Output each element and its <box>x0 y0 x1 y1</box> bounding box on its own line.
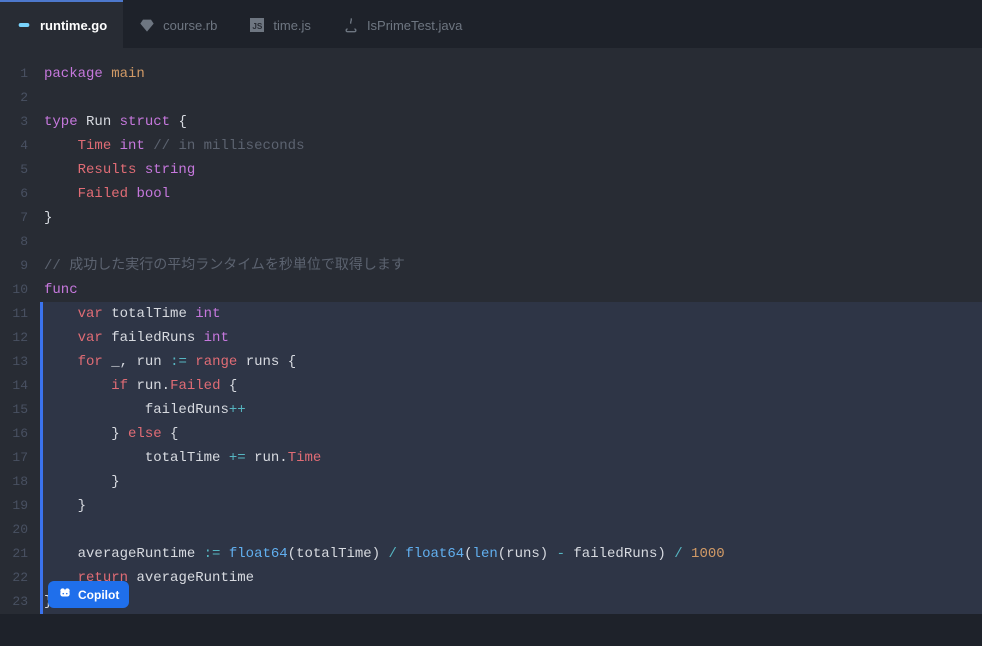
tabs-bar: runtime.go course.rb JS time.js IsPrimeT… <box>0 0 982 48</box>
code-line[interactable]: for _, run := range runs { <box>40 350 982 374</box>
tab-isprime-java[interactable]: IsPrimeTest.java <box>327 0 478 48</box>
code-line[interactable]: if run.Failed { <box>40 374 982 398</box>
line-number: 21 <box>0 542 40 566</box>
line-number: 7 <box>0 206 40 230</box>
line-number: 17 <box>0 446 40 470</box>
copilot-button[interactable]: Copilot <box>48 581 129 608</box>
line-number: 3 <box>0 110 40 134</box>
code-line[interactable]: Results string <box>40 158 982 182</box>
code-line[interactable]: } <box>40 206 982 230</box>
tab-label: IsPrimeTest.java <box>367 18 462 33</box>
copilot-icon <box>58 586 72 603</box>
tab-label: time.js <box>273 18 311 33</box>
code-editor[interactable]: 1234567891011121314151617181920212223 pa… <box>0 48 982 614</box>
line-number: 2 <box>0 86 40 110</box>
code-line[interactable]: func <box>40 278 982 302</box>
ruby-icon <box>139 17 155 33</box>
line-number: 4 <box>0 134 40 158</box>
code-line[interactable]: totalTime += run.Time <box>40 446 982 470</box>
line-number: 1 <box>0 62 40 86</box>
code-line[interactable]: type Run struct { <box>40 110 982 134</box>
code-line[interactable]: var failedRuns int <box>40 326 982 350</box>
code-line[interactable]: } <box>40 494 982 518</box>
line-number: 9 <box>0 254 40 278</box>
code-line[interactable] <box>40 518 982 542</box>
java-icon <box>343 17 359 33</box>
tab-course-rb[interactable]: course.rb <box>123 0 233 48</box>
line-number: 19 <box>0 494 40 518</box>
code-line[interactable]: } <box>40 590 982 614</box>
code-line[interactable]: Failed bool <box>40 182 982 206</box>
line-number: 6 <box>0 182 40 206</box>
line-number: 5 <box>0 158 40 182</box>
code-line[interactable] <box>40 86 982 110</box>
line-number: 15 <box>0 398 40 422</box>
line-number-gutter: 1234567891011121314151617181920212223 <box>0 48 40 614</box>
code-line[interactable]: // 成功した実行の平均ランタイムを秒単位で取得します <box>40 254 982 278</box>
go-icon <box>16 17 32 33</box>
svg-text:JS: JS <box>253 22 264 31</box>
copilot-label: Copilot <box>78 588 119 602</box>
line-number: 10 <box>0 278 40 302</box>
code-line[interactable]: Time int // in milliseconds <box>40 134 982 158</box>
line-number: 18 <box>0 470 40 494</box>
code-line[interactable]: package main <box>40 62 982 86</box>
code-line[interactable]: failedRuns++ <box>40 398 982 422</box>
js-icon: JS <box>249 17 265 33</box>
code-line[interactable]: } else { <box>40 422 982 446</box>
code-line[interactable]: averageRuntime := float64(totalTime) / f… <box>40 542 982 566</box>
code-line[interactable]: var totalTime int <box>40 302 982 326</box>
line-number: 16 <box>0 422 40 446</box>
tab-label: runtime.go <box>40 18 107 33</box>
line-number: 23 <box>0 590 40 614</box>
code-line[interactable] <box>40 230 982 254</box>
line-number: 8 <box>0 230 40 254</box>
code-area[interactable]: package main type Run struct { Time int … <box>40 48 982 614</box>
line-number: 12 <box>0 326 40 350</box>
line-number: 20 <box>0 518 40 542</box>
line-number: 11 <box>0 302 40 326</box>
line-number: 14 <box>0 374 40 398</box>
tab-runtime-go[interactable]: runtime.go <box>0 0 123 48</box>
code-line[interactable]: return averageRuntime <box>40 566 982 590</box>
line-number: 13 <box>0 350 40 374</box>
tab-time-js[interactable]: JS time.js <box>233 0 327 48</box>
tab-label: course.rb <box>163 18 217 33</box>
code-line[interactable]: } <box>40 470 982 494</box>
line-number: 22 <box>0 566 40 590</box>
